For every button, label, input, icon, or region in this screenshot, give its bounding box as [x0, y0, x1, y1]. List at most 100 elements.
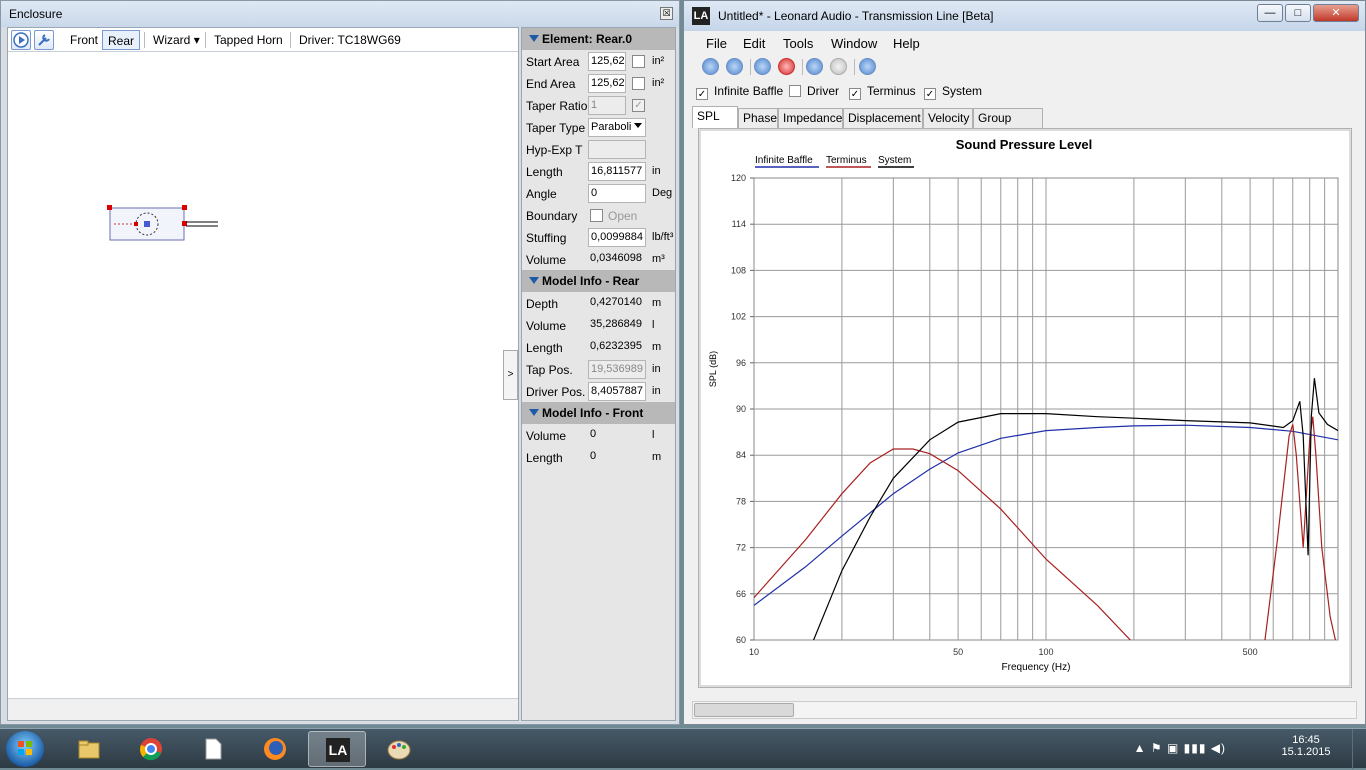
property-value-field[interactable]: 0	[588, 184, 646, 203]
play-icon[interactable]	[859, 58, 876, 75]
element-section-header[interactable]: Element: Rear.0	[522, 28, 675, 50]
la-title-bar[interactable]: LA Untitled* - Leonard Audio - Transmiss…	[684, 1, 1365, 31]
model-rear-section-header[interactable]: Model Info - Rear	[522, 270, 675, 292]
property-unit: in	[652, 385, 661, 397]
property-label: Driver Pos.	[526, 385, 586, 399]
legend-label[interactable]: Terminus	[826, 155, 867, 166]
clock[interactable]: 16:45 15.1.2015	[1276, 734, 1336, 758]
legend-label[interactable]: System	[878, 155, 911, 166]
checkbox-box[interactable]: ✓	[924, 88, 936, 100]
tab-impedance[interactable]: Impedance	[778, 108, 843, 128]
driver-button[interactable]: Driver: TC18WG69	[294, 30, 406, 50]
property-value-field[interactable]: 8,4057887	[588, 382, 646, 401]
property-value-field[interactable]: 0,0099884	[588, 228, 646, 247]
property-checkbox[interactable]	[632, 77, 645, 90]
wrench-icon[interactable]	[34, 30, 54, 50]
record-red-icon[interactable]	[778, 58, 795, 75]
play-icon[interactable]	[11, 30, 31, 50]
tab-spl[interactable]: SPL	[692, 106, 738, 128]
menu-help[interactable]: Help	[893, 36, 920, 51]
enclosure-diagram[interactable]	[8, 53, 518, 697]
step-forward-icon[interactable]	[830, 58, 847, 75]
resize-handle[interactable]	[107, 205, 112, 210]
model-front-section-header[interactable]: Model Info - Front	[522, 402, 675, 424]
menu-edit[interactable]: Edit	[743, 36, 765, 51]
enclosure-close-button[interactable]: ☒	[660, 7, 673, 20]
property-checkbox[interactable]	[632, 55, 645, 68]
element-prop-row: Stuffing 0,0099884 lb/ft³	[526, 227, 676, 249]
taskbar-document[interactable]	[184, 731, 242, 767]
property-label: Taper Type	[526, 121, 586, 135]
model-rear-row: Length 0,6232395 m	[526, 337, 676, 359]
property-value-field	[588, 140, 646, 159]
record-blue-icon[interactable]	[754, 58, 771, 75]
tab-velocity[interactable]: Velocity	[923, 108, 973, 128]
taskbar-leonard-audio[interactable]: LA	[308, 731, 366, 767]
property-unit: Deg	[652, 187, 673, 199]
model-rear-header-text: Model Info - Rear	[542, 274, 640, 288]
property-value-field[interactable]: 125,62	[588, 74, 626, 93]
y-tick-label: 78	[736, 496, 746, 506]
horizontal-scrollbar[interactable]	[692, 701, 1357, 719]
checkbox-box[interactable]: ✓	[696, 88, 708, 100]
resize-handle[interactable]	[182, 205, 187, 210]
element-header-text: Element: Rear.0	[542, 32, 633, 46]
infinite-baffle-checkbox[interactable]: ✓ Infinite Baffle	[696, 84, 783, 100]
show-desktop-button[interactable]	[1352, 729, 1366, 769]
property-value-field: 0,4270140	[590, 296, 642, 308]
tapped-horn-button[interactable]: Tapped Horn	[209, 30, 288, 50]
property-unit: in²	[652, 77, 665, 89]
open-icon[interactable]	[726, 58, 743, 75]
terminus-checkbox[interactable]: ✓ Terminus	[849, 84, 916, 100]
menu-file[interactable]: File	[706, 36, 727, 51]
curve-toggles: ✓ Infinite Baffle Driver ✓ Terminus ✓ Syste…	[684, 81, 1365, 101]
menu-tools[interactable]: Tools	[783, 36, 813, 51]
new-icon[interactable]	[702, 58, 719, 75]
taskbar-paint[interactable]	[370, 731, 428, 767]
model-rear-row: Depth 0,4270140 m	[526, 293, 676, 315]
menu-window[interactable]: Window	[831, 36, 877, 51]
enclosure-title: Enclosure	[9, 7, 63, 21]
front-button[interactable]: Front	[65, 30, 103, 50]
property-unit: m³	[652, 253, 665, 265]
maximize-button[interactable]: □	[1285, 4, 1311, 22]
driver-marker[interactable]	[144, 221, 150, 227]
tab-group-delay[interactable]: Group Delay	[973, 108, 1043, 143]
taskbar: LA ▲ ⚑ ▣ ▮▮▮ ◀) 16:45 15.1.2015	[0, 728, 1366, 769]
chart-title: Sound Pressure Level	[956, 137, 1093, 152]
chevron-down-icon[interactable]	[634, 123, 642, 128]
enclosure-title-bar[interactable]: Enclosure ☒	[1, 1, 679, 27]
boundary-checkbox[interactable]	[590, 209, 603, 222]
property-value-field[interactable]: 125,62	[588, 52, 626, 71]
minimize-button[interactable]: —	[1257, 4, 1283, 22]
y-tick-label: 60	[736, 635, 746, 645]
taskbar-explorer[interactable]	[60, 731, 118, 767]
tab-phase[interactable]: Phase	[738, 108, 778, 128]
enclosure-canvas[interactable]	[8, 53, 518, 697]
legend-label[interactable]: Infinite Baffle	[755, 155, 813, 166]
property-value-field[interactable]: 16,811577	[588, 162, 646, 181]
property-value-field: 0,6232395	[590, 340, 642, 352]
rear-button[interactable]: Rear	[102, 30, 141, 50]
toolbar-separator	[290, 32, 291, 48]
taskbar-chrome[interactable]	[122, 731, 180, 767]
close-button[interactable]: ✕	[1313, 4, 1359, 22]
x-tick-label: 10	[749, 647, 759, 657]
resize-handle[interactable]	[134, 222, 138, 226]
panel-collapse-button[interactable]: >	[503, 350, 518, 400]
driver-checkbox[interactable]: Driver	[789, 84, 839, 98]
step-back-icon[interactable]	[806, 58, 823, 75]
wizard-dropdown[interactable]: Wizard ▾	[148, 30, 205, 50]
chrome-icon	[140, 738, 162, 761]
scrollbar-thumb[interactable]	[694, 703, 794, 717]
tab-displacement[interactable]: Displacement	[843, 108, 923, 128]
system-checkbox[interactable]: ✓ System	[924, 84, 982, 100]
start-button[interactable]	[6, 731, 44, 767]
property-label: Volume	[526, 429, 567, 443]
collapse-triangle-icon	[529, 35, 539, 42]
system-tray-icons[interactable]: ▲ ⚑ ▣ ▮▮▮ ◀)	[1134, 741, 1226, 755]
taskbar-firefox[interactable]	[246, 731, 304, 767]
checkbox-box[interactable]	[789, 85, 801, 97]
spl-chart[interactable]: 60 66 72 78 84 90 96 102 108 114 120 10 50 100 500 Soun…	[699, 129, 1351, 687]
checkbox-box[interactable]: ✓	[849, 88, 861, 100]
